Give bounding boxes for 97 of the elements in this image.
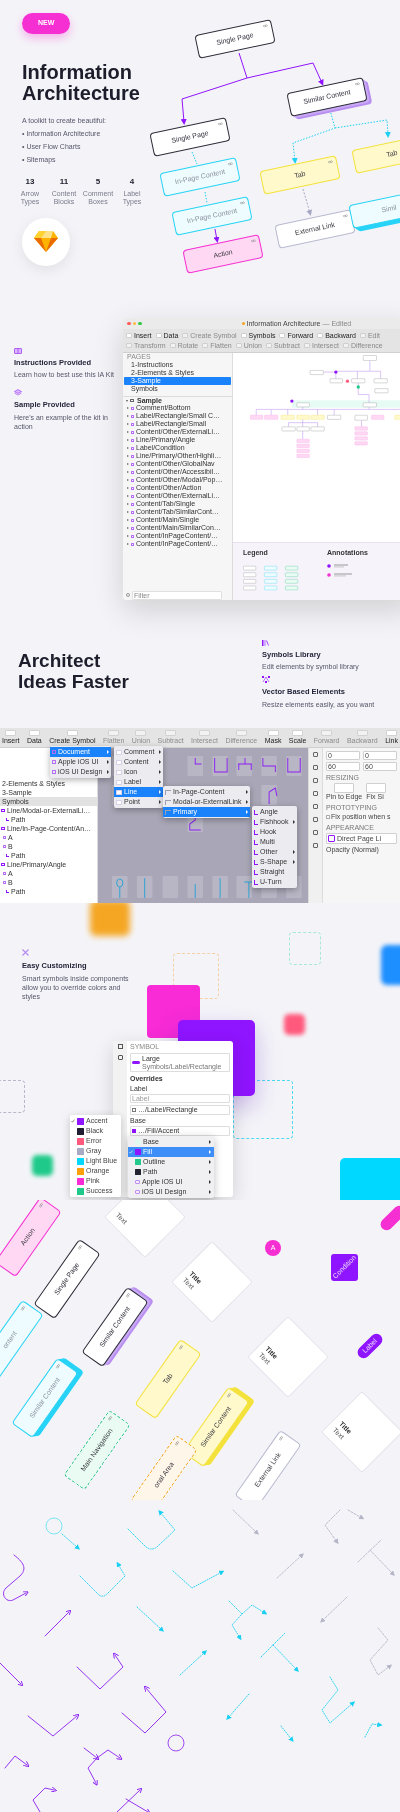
connector-line (204, 191, 208, 204)
submenu-arrow-icon (246, 810, 249, 814)
artboard-icon (1, 809, 5, 812)
submenu-arrow-icon (293, 820, 296, 824)
submenu-arrow-icon (107, 770, 110, 774)
library-icon (135, 1180, 140, 1184)
stat-value: 4 (129, 175, 135, 188)
inspector-tool-icon[interactable] (313, 817, 318, 822)
section-title: Architect Ideas Faster (18, 650, 130, 692)
link-icon (38, 1202, 44, 1209)
link-icon (327, 159, 334, 164)
symbol-icon (3, 881, 6, 884)
symbol-icon (3, 872, 6, 875)
symbol-icon (3, 845, 6, 848)
path-icon (6, 854, 9, 857)
blurred-square (90, 903, 130, 936)
blurred-square (284, 1014, 305, 1035)
link-icon (226, 1392, 232, 1399)
submenu-arrow-icon (293, 860, 296, 864)
link-icon (125, 1292, 131, 1299)
link-icon (342, 213, 349, 218)
rectangle-icon (132, 1108, 136, 1112)
path-icon (6, 818, 9, 821)
toolbar-icon (359, 333, 366, 338)
submenu-arrow-icon (209, 1150, 211, 1154)
vector-nodes-icon (262, 676, 270, 684)
submenu-arrow-icon (209, 1170, 211, 1174)
link-icon (239, 200, 246, 205)
link-icon (250, 238, 257, 243)
swatch-icon (132, 1129, 136, 1133)
artboard-icon (1, 827, 5, 830)
color-square (340, 1158, 400, 1200)
submenu-arrow-icon (209, 1160, 211, 1164)
library-icon (135, 1190, 140, 1194)
submenu-arrow-icon (159, 750, 162, 754)
inspector-tool-icon[interactable] (313, 804, 318, 809)
artboard-icon (1, 863, 5, 866)
link-icon (55, 1363, 61, 1370)
style-preview-icon (328, 835, 335, 842)
link-icon (354, 81, 361, 86)
symbol-icon (52, 770, 56, 774)
inspector-tool-icon[interactable] (313, 765, 318, 770)
inspector-tool-icon[interactable] (313, 791, 318, 796)
tools-cross-icon (22, 949, 29, 956)
submenu-arrow-icon (159, 770, 162, 774)
submenu-arrow-icon (293, 850, 296, 854)
blurred-square (32, 1155, 53, 1176)
dashed-square-outline (289, 932, 321, 965)
stat-value: 5 (95, 175, 101, 188)
submenu-arrow-icon (209, 1190, 211, 1194)
link-icon (20, 1305, 26, 1312)
connector-arrow (302, 188, 313, 216)
inspector-tool-icon[interactable] (313, 752, 318, 757)
link-icon (217, 121, 224, 126)
stat-value: 11 (59, 175, 69, 188)
inspector-tool-icon[interactable] (313, 830, 318, 835)
link-icon (227, 161, 234, 166)
dashed-square-outline (0, 1080, 25, 1113)
book-icon (14, 348, 22, 354)
submenu-arrow-icon (209, 1180, 211, 1184)
library-icon (262, 640, 269, 646)
submenu-arrow-icon (246, 800, 249, 804)
submenu-arrow-icon (159, 790, 162, 794)
hero-title: Information Architecture (22, 61, 141, 104)
link-icon (174, 1440, 180, 1447)
symbol-icon (3, 836, 6, 839)
submenu-arrow-icon (159, 780, 162, 784)
artboard-icon (130, 399, 134, 402)
submenu-arrow-icon (159, 760, 162, 764)
submenu-arrow-icon (159, 800, 162, 804)
diamond-icon (34, 231, 58, 252)
symbol-preview-icon (132, 1061, 140, 1064)
submenu-arrow-icon (107, 760, 110, 764)
checkbox[interactable] (326, 815, 330, 819)
link-icon (178, 1344, 184, 1351)
submenu-arrow-icon (209, 1140, 211, 1144)
layers-icon (14, 389, 22, 397)
connector-line (191, 151, 198, 165)
symbol-icon (52, 750, 56, 754)
toolbar-icon (342, 343, 349, 348)
pin-edges-control[interactable] (334, 783, 355, 793)
link-icon (107, 1415, 113, 1422)
connector-arrow (180, 77, 248, 125)
inspector-tool-icon[interactable] (313, 843, 318, 848)
symbol-icon (52, 760, 56, 764)
submenu-arrow-icon (246, 790, 249, 794)
link-icon (262, 23, 269, 28)
path-icon (6, 890, 9, 893)
inspector-tool-icon[interactable] (313, 778, 318, 783)
fix-size-control[interactable] (366, 783, 387, 793)
connector-arrow (213, 228, 220, 243)
toolbar-icon (202, 343, 209, 348)
link-icon (77, 1244, 83, 1251)
document-icon (241, 322, 245, 325)
stat-value: 13 (25, 175, 35, 188)
submenu-arrow-icon (107, 750, 110, 754)
link-icon (278, 1435, 284, 1442)
